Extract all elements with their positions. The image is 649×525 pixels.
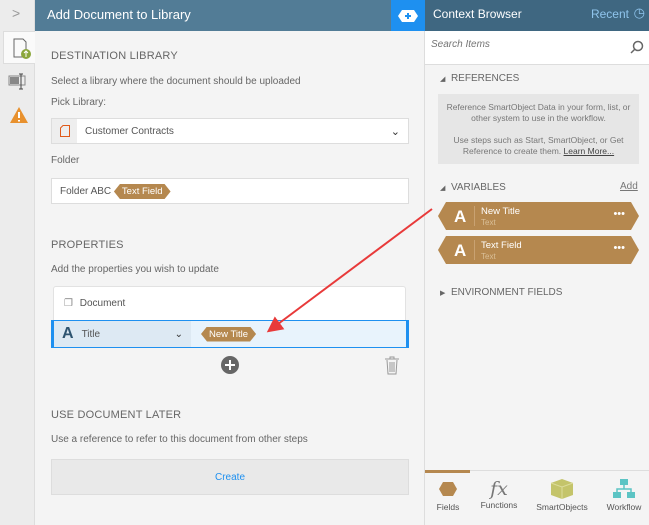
library-select[interactable]: Customer Contracts ⌄: [51, 118, 409, 144]
property-label: Title: [81, 328, 101, 340]
step-config-panel: DESTINATION LIBRARY Select a library whe…: [35, 31, 425, 525]
recent-button[interactable]: Recent: [591, 7, 629, 21]
page-title: Add Document to Library: [35, 0, 425, 31]
context-browser-header: Context Browser Recent ◷: [425, 0, 649, 31]
variables-heading: VARIABLES: [450, 182, 506, 193]
smartobjects-icon: [550, 479, 574, 499]
fields-icon: [439, 482, 457, 496]
tab-functions[interactable]: fx Functions: [471, 478, 527, 510]
expand-chevron-icon[interactable]: >: [12, 5, 20, 21]
add-variable-link[interactable]: Add: [620, 181, 638, 192]
tab-label: Functions: [480, 500, 518, 510]
references-info-text: Reference SmartObject Data in your form,…: [446, 102, 631, 124]
create-button[interactable]: Create: [51, 459, 409, 495]
learn-more-link[interactable]: Learn More...: [564, 146, 615, 156]
properties-heading: PROPERTIES: [51, 239, 124, 251]
clock-icon[interactable]: ◷: [634, 5, 645, 21]
search-icon[interactable]: [630, 40, 644, 54]
variable-name: Text Field: [481, 240, 522, 251]
folder-input[interactable]: Folder ABC Text Field: [51, 178, 409, 204]
property-row-title[interactable]: A Title ⌄ New Title: [51, 320, 409, 348]
chevron-down-icon: ⌄: [390, 125, 400, 138]
add-property-icon[interactable]: [220, 355, 240, 375]
text-type-icon: A: [454, 241, 467, 260]
context-browser-title: Context Browser: [433, 7, 522, 21]
more-options-icon[interactable]: •••: [613, 242, 625, 254]
property-label: Document: [79, 298, 126, 309]
pick-library-label: Pick Library:: [51, 97, 107, 108]
variable-type: Text: [481, 218, 496, 227]
use-later-heading: USE DOCUMENT LATER: [51, 409, 182, 421]
folder-value: Folder ABC: [60, 186, 112, 197]
document-upload-icon: [13, 38, 31, 59]
use-later-description: Use a reference to refer to this documen…: [51, 434, 308, 445]
plus-icon: [398, 9, 418, 22]
variable-item[interactable]: A New Title Text •••: [438, 202, 639, 230]
title-value-token[interactable]: New Title: [201, 327, 256, 342]
search-bar: [425, 31, 649, 65]
search-input[interactable]: [431, 39, 621, 50]
functions-icon: fx: [490, 478, 508, 500]
references-heading: REFERENCES: [450, 73, 520, 84]
chevron-down-icon: ⌄: [174, 328, 183, 340]
variables-section-toggle[interactable]: ◢ VARIABLES: [440, 182, 506, 193]
more-options-icon[interactable]: •••: [613, 208, 625, 220]
workflow-icon: [613, 479, 635, 498]
document-upload-tab[interactable]: [3, 31, 36, 64]
properties-description: Add the properties you wish to update: [51, 264, 219, 275]
environment-heading: ENVIRONMENT FIELDS: [450, 287, 563, 298]
environment-section-toggle[interactable]: ▶ ENVIRONMENT FIELDS: [440, 287, 562, 298]
document-copy-icon: ❐: [64, 298, 73, 309]
variable-item[interactable]: A Text Field Text •••: [438, 236, 639, 264]
references-info: Reference SmartObject Data in your form,…: [438, 94, 639, 164]
side-toolbar: >: [0, 0, 36, 525]
library-value: Customer Contracts: [85, 125, 174, 137]
folder-label: Folder: [51, 155, 80, 166]
text-type-icon: A: [62, 325, 74, 342]
tab-label: Fields: [436, 502, 460, 512]
variable-type: Text: [481, 252, 496, 261]
property-select[interactable]: A Title ⌄: [54, 321, 191, 347]
tab-fields[interactable]: Fields: [420, 478, 476, 512]
property-row-document[interactable]: ❐ Document: [53, 286, 406, 320]
trash-icon[interactable]: [384, 355, 400, 375]
tab-label: SmartObjects: [536, 502, 588, 512]
text-type-icon: A: [454, 207, 467, 226]
tab-smartobjects[interactable]: SmartObjects: [534, 478, 590, 512]
active-tab-indicator: [425, 470, 470, 473]
warning-icon[interactable]: [9, 106, 29, 124]
tab-workflow[interactable]: Workflow: [596, 478, 649, 512]
destination-description: Select a library where the document shou…: [51, 76, 301, 87]
references-section-toggle[interactable]: ◢ REFERENCES: [440, 73, 519, 84]
properties-icon[interactable]: [8, 72, 28, 92]
tab-label: Workflow: [606, 502, 642, 512]
library-icon: [52, 119, 77, 143]
add-step-button[interactable]: [391, 0, 425, 31]
folder-field-token[interactable]: Text Field: [114, 184, 171, 199]
destination-heading: DESTINATION LIBRARY: [51, 50, 178, 62]
variable-name: New Title: [481, 206, 521, 217]
